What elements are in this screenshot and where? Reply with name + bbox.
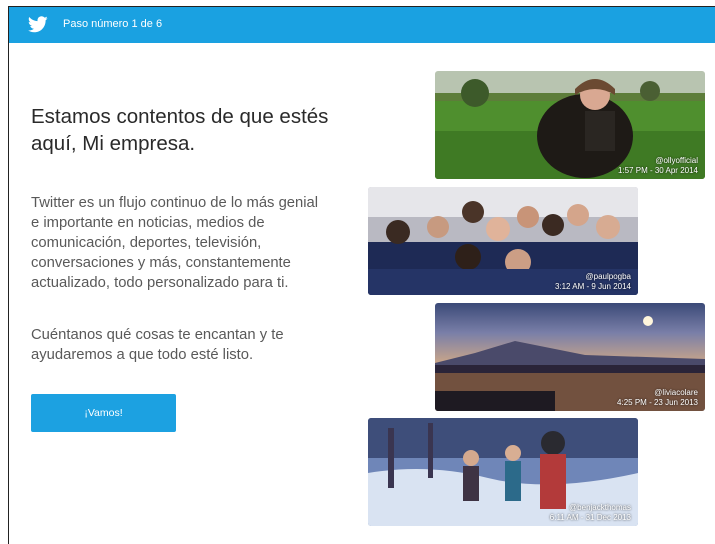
top-bar: Paso número 1 de 6	[9, 7, 715, 43]
prompt-paragraph: Cuéntanos qué cosas te encantan y te ayu…	[31, 327, 284, 363]
photo-timestamp: 4:25 PM - 23 Jun 2013	[617, 398, 698, 407]
start-button[interactable]: ¡Vamos!	[31, 394, 176, 432]
photo-timestamp: 1:57 PM - 30 Apr 2014	[617, 166, 698, 175]
page-title: Estamos contentos de que estés aquí, Mi …	[31, 105, 329, 155]
onboarding-window: Paso número 1 de 6 Estamos contentos de …	[8, 6, 715, 544]
photo-handle: @benjackthomas	[569, 503, 631, 512]
photo-handle: @liviacolare	[654, 388, 698, 397]
photo-timestamp: 3:12 AM - 9 Jun 2014	[554, 282, 631, 291]
photo-handle: @paulpogba	[585, 272, 632, 281]
twitter-bird-icon	[28, 16, 48, 33]
photo-card: @ollyofficial 1:57 PM - 30 Apr 2014	[435, 71, 705, 179]
intro-paragraph: Twitter es un flujo continuo de lo más g…	[31, 195, 319, 291]
photo-timestamp: 6:11 AM - 31 Dec 2013	[549, 513, 631, 522]
photo-card: @paulpogba 3:12 AM - 9 Jun 2014	[368, 187, 638, 295]
photo-card: @benjackthomas 6:11 AM - 31 Dec 2013	[368, 418, 638, 526]
step-indicator: Paso número 1 de 6	[63, 18, 163, 30]
photo-card: @liviacolare 4:25 PM - 23 Jun 2013	[435, 303, 705, 411]
photo-handle: @ollyofficial	[655, 156, 698, 165]
